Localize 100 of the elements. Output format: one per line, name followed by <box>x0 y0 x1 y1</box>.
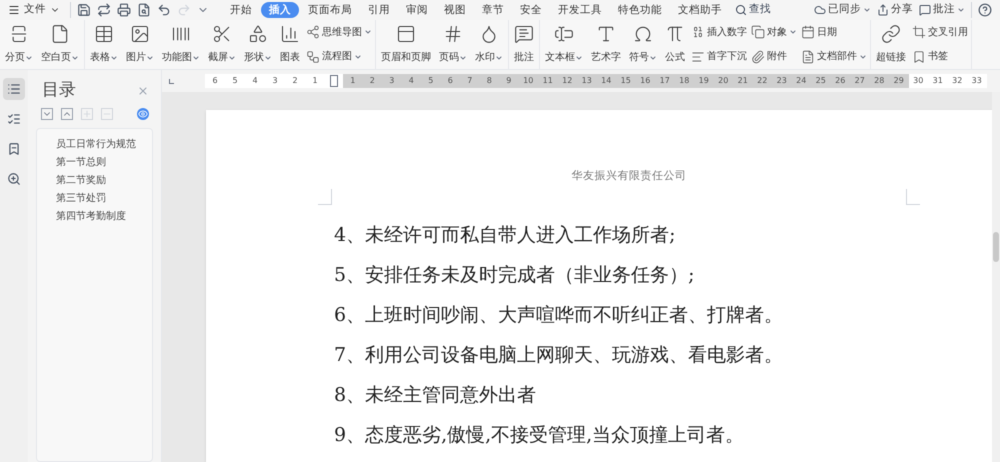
toolbar-button[interactable]: 文本框 <box>541 20 587 69</box>
expand-icon[interactable] <box>41 108 53 120</box>
toolbar-button[interactable]: 文档部件 <box>801 49 867 64</box>
menu-action[interactable]: 已同步 <box>814 2 871 18</box>
text-box-icon <box>554 24 574 44</box>
toolbar-button[interactable]: 表格 <box>86 20 122 69</box>
toolbar-button[interactable]: 功能图 <box>158 20 204 69</box>
ruler-number: 15 <box>620 75 632 87</box>
printer-icon[interactable] <box>117 3 131 17</box>
ruler-number: 18 <box>678 75 690 87</box>
toolbar-button[interactable]: 思维导图 <box>306 24 372 40</box>
tab-stop-icon[interactable] <box>169 78 174 84</box>
indent-marker-icon[interactable] <box>330 75 338 87</box>
ribbon-tab[interactable]: 文档助手 <box>671 2 729 18</box>
ruler-number: 27 <box>854 75 866 87</box>
caret-icon <box>110 54 118 62</box>
caret-icon <box>146 54 154 62</box>
toolbar-button[interactable]: 分页 <box>1 20 37 69</box>
toolbar-button[interactable]: 流程图 <box>306 49 372 64</box>
ribbon-tab[interactable]: 视图 <box>437 2 473 18</box>
comment-icon <box>919 4 931 16</box>
ribbon-tab[interactable]: 章节 <box>475 2 511 18</box>
outline-item[interactable]: 第二节奖励 <box>56 172 152 188</box>
ruler-number: 16 <box>639 75 652 87</box>
toolbar-button[interactable]: 超链接 <box>872 20 910 69</box>
ruler-number: 22 <box>756 75 768 87</box>
toolbar-button[interactable]: 水印 <box>471 20 507 69</box>
toolbar-button[interactable]: 页码 <box>435 20 471 69</box>
outline-item[interactable]: 第一节总则 <box>56 154 152 170</box>
caret-icon <box>71 54 79 62</box>
toolbar-button[interactable]: 页眉和页脚 <box>377 20 435 69</box>
bar-chart-icon <box>280 24 300 44</box>
toolbar-button[interactable]: 日期 <box>801 24 867 40</box>
toolbar-button[interactable]: 对象 <box>751 24 797 40</box>
ribbon-tab[interactable]: 审阅 <box>399 2 435 18</box>
outline-item[interactable]: 员工日常行为规范 <box>56 136 152 152</box>
ruler-number: 11 <box>542 75 554 87</box>
ruler-number: 10 <box>522 75 534 87</box>
caret-icon <box>789 28 797 36</box>
page-break-icon <box>9 24 29 44</box>
toolbar-button[interactable]: 公式 <box>661 20 689 69</box>
toolbar-button[interactable]: 插入数字 <box>691 24 747 40</box>
number-icon <box>691 25 705 40</box>
ribbon-tab[interactable]: 开发工具 <box>551 2 609 18</box>
document-line: 5、安排任务未及时完成者（非业务任务）; <box>334 262 694 288</box>
comment-icon <box>514 24 534 44</box>
menu-action[interactable]: 分享 <box>877 2 913 18</box>
collapse-icon[interactable] <box>61 108 73 120</box>
caret-icon <box>354 52 362 61</box>
toolbar-button[interactable]: 截屏 <box>204 20 240 69</box>
link-icon <box>881 24 901 44</box>
document-line: 8、未经主管同意外出者 <box>334 382 536 408</box>
toolbar-button[interactable]: 符号 <box>625 20 661 69</box>
search-icon <box>735 4 747 16</box>
preview-icon[interactable] <box>137 3 151 17</box>
toggle-icon[interactable] <box>137 108 149 120</box>
file-menu[interactable]: 文件 <box>4 2 64 18</box>
ruler-number: 32 <box>951 75 964 87</box>
ribbon-tab[interactable]: 页面布局 <box>301 2 359 18</box>
ruler-number: 29 <box>892 75 905 87</box>
toolbar-button[interactable]: 首字下沉 <box>691 49 747 64</box>
toolbar-button[interactable]: 书签 <box>912 49 968 64</box>
ruler-number: 20 <box>717 75 730 87</box>
scrollbar[interactable] <box>992 92 1000 462</box>
search-button[interactable]: 查找 <box>731 2 775 18</box>
toolbar-button[interactable]: 艺术字 <box>587 20 625 69</box>
toolbar-button[interactable]: 附件 <box>751 49 797 64</box>
loop-icon[interactable] <box>97 3 111 17</box>
toolbar-button[interactable]: 批注 <box>510 20 538 69</box>
outline-item[interactable]: 第三节处罚 <box>56 190 152 206</box>
pi-icon <box>665 24 685 44</box>
toolbar-button[interactable]: 交叉引用 <box>912 24 968 40</box>
ruler-number: 24 <box>795 75 808 87</box>
undo-icon[interactable] <box>157 3 171 17</box>
menu-action[interactable]: 批注 <box>919 2 965 18</box>
ruler-number: 2 <box>368 75 376 87</box>
document-line: 4、未经许可而私自带人进入工作场所者; <box>334 222 676 248</box>
flowchart-icon <box>306 50 320 64</box>
toolbar-button[interactable]: 图表 <box>276 20 304 69</box>
corner-mark <box>906 188 920 204</box>
panel-title: 目录 <box>42 79 76 102</box>
ruler-number: 25 <box>814 75 827 87</box>
scrollbar-thumb[interactable] <box>993 232 999 262</box>
toolbar-button[interactable]: 形状 <box>240 20 276 69</box>
checklist-icon <box>7 112 21 126</box>
ruler-number: 9 <box>505 75 512 87</box>
nav-rail-button[interactable] <box>3 78 25 100</box>
ribbon-tab[interactable]: 安全 <box>513 2 549 18</box>
ribbon-tab[interactable]: 开始 <box>223 2 259 18</box>
toolbar-button[interactable]: 空白页 <box>37 20 83 69</box>
toolbar-button[interactable]: 图片 <box>122 20 158 69</box>
help-icon[interactable] <box>978 3 992 17</box>
ruler-number: 6 <box>211 75 219 87</box>
ribbon-tab[interactable]: 特色功能 <box>611 2 669 18</box>
text-lines-icon <box>691 50 705 64</box>
omega-icon <box>633 24 653 44</box>
save-icon[interactable] <box>77 3 91 17</box>
ribbon-tab[interactable]: 引用 <box>361 2 397 18</box>
document-line: 7、利用公司设备电脑上网聊天、玩游戏、看电影者。 <box>334 342 784 368</box>
outline-item[interactable]: 第四节考勤制度 <box>56 208 152 224</box>
